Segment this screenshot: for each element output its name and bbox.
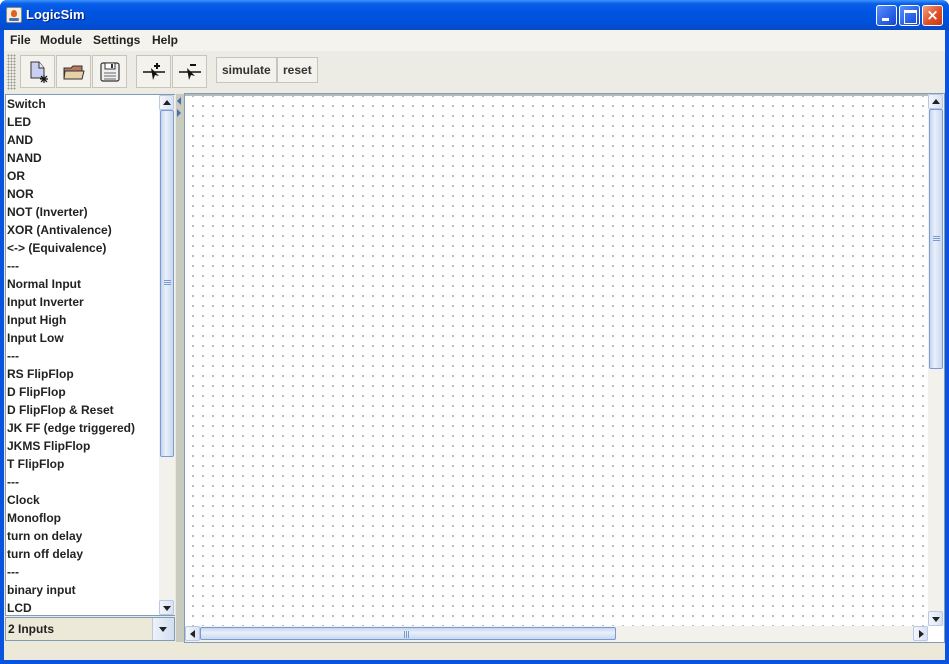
split-pane-divider[interactable] xyxy=(176,94,184,642)
scroll-up-button[interactable] xyxy=(159,95,174,110)
arrow-up-icon xyxy=(932,99,940,104)
gate-list-item[interactable]: Input Low xyxy=(6,329,159,347)
gate-list-item[interactable]: Input Inverter xyxy=(6,293,159,311)
scroll-up-button[interactable] xyxy=(928,94,943,109)
canvas-vertical-scroll-thumb[interactable] xyxy=(929,109,943,369)
scroll-right-button[interactable] xyxy=(913,626,928,641)
close-icon: × xyxy=(926,6,939,24)
gate-list-item[interactable]: JK FF (edge triggered) xyxy=(6,419,159,437)
client-area: File Module Settings Help simulate reset… xyxy=(4,30,945,660)
inputs-count-value: 2 Inputs xyxy=(8,622,55,636)
gate-list-item[interactable]: LCD xyxy=(6,599,159,615)
gate-list-item[interactable]: Normal Input xyxy=(6,275,159,293)
menu-module[interactable]: Module xyxy=(40,33,82,47)
arrow-down-icon xyxy=(932,617,940,622)
app-window: LogicSim × File Module Settings Help sim… xyxy=(0,0,949,664)
reset-button[interactable]: reset xyxy=(277,57,318,83)
gate-list-item[interactable]: --- xyxy=(6,257,159,275)
scroll-left-button[interactable] xyxy=(185,626,200,641)
gate-list-item[interactable]: Input High xyxy=(6,311,159,329)
gate-list-item[interactable]: Clock xyxy=(6,491,159,509)
menu-file[interactable]: File xyxy=(10,33,31,47)
new-file-button[interactable] xyxy=(20,55,55,88)
gate-list-item[interactable]: OR xyxy=(6,167,159,185)
window-title: LogicSim xyxy=(26,7,85,22)
gate-list-item[interactable]: <-> (Equivalence) xyxy=(6,239,159,257)
remove-input-icon xyxy=(179,64,201,80)
toolbar: simulate reset xyxy=(4,51,945,93)
toolbar-grip[interactable] xyxy=(7,54,16,90)
gate-list-item[interactable]: JKMS FlipFlop xyxy=(6,437,159,455)
dropdown-button[interactable] xyxy=(152,618,174,640)
gate-list-item[interactable]: XOR (Antivalence) xyxy=(6,221,159,239)
save-disk-icon xyxy=(100,62,120,82)
chevron-down-icon xyxy=(159,627,167,632)
add-input-icon xyxy=(143,63,165,80)
arrow-down-icon xyxy=(163,606,171,611)
grip-icon xyxy=(933,236,940,241)
save-file-button[interactable] xyxy=(92,55,127,88)
scroll-down-button[interactable] xyxy=(928,611,943,626)
open-folder-icon xyxy=(63,65,85,80)
gate-list-item[interactable]: D FlipFlop & Reset xyxy=(6,401,159,419)
gate-list-items: Switch LED AND NAND OR NOR NOT (Inverter) XOR (… xyxy=(6,95,159,615)
menu-bar: File Module Settings Help xyxy=(4,30,945,51)
arrow-right-icon xyxy=(919,630,924,638)
gate-list-item[interactable]: NAND xyxy=(6,149,159,167)
circuit-canvas-panel xyxy=(184,93,945,643)
menu-settings[interactable]: Settings xyxy=(93,33,140,47)
new-file-icon xyxy=(30,61,48,83)
gate-list-item[interactable]: NOT (Inverter) xyxy=(6,203,159,221)
open-file-button[interactable] xyxy=(56,55,91,88)
gate-list-item[interactable]: T FlipFlop xyxy=(6,455,159,473)
gate-list-item[interactable]: LED xyxy=(6,113,159,131)
gate-list-item[interactable]: RS FlipFlop xyxy=(6,365,159,383)
maximize-button[interactable] xyxy=(899,5,920,26)
gate-list-item[interactable]: turn off delay xyxy=(6,545,159,563)
simulate-button[interactable]: simulate xyxy=(216,57,277,83)
arrow-left-icon xyxy=(190,630,195,638)
title-bar[interactable]: LogicSim × xyxy=(0,0,949,30)
gate-list-item[interactable]: --- xyxy=(6,563,159,581)
close-button[interactable]: × xyxy=(922,5,943,26)
gate-list-item[interactable]: D FlipFlop xyxy=(6,383,159,401)
gate-list-item[interactable]: binary input xyxy=(6,581,159,599)
inputs-count-select[interactable]: 2 Inputs xyxy=(5,617,175,641)
canvas-horizontal-scroll-thumb[interactable] xyxy=(200,627,616,640)
grip-icon xyxy=(404,631,409,638)
menu-help[interactable]: Help xyxy=(152,33,178,47)
gate-list-item[interactable]: AND xyxy=(6,131,159,149)
gate-list-item[interactable]: --- xyxy=(6,347,159,365)
gate-list-item[interactable]: NOR xyxy=(6,185,159,203)
scroll-down-button[interactable] xyxy=(159,600,174,615)
gate-list-item[interactable]: Switch xyxy=(6,95,159,113)
collapse-left-icon[interactable] xyxy=(177,97,181,105)
status-bar xyxy=(4,643,945,660)
gate-list-item[interactable]: Monoflop xyxy=(6,509,159,527)
java-cup-icon xyxy=(6,7,22,23)
canvas-horizontal-scrollbar[interactable] xyxy=(185,626,928,642)
add-input-button[interactable] xyxy=(136,55,171,88)
canvas-vertical-scrollbar[interactable] xyxy=(928,94,944,626)
arrow-up-icon xyxy=(163,100,171,105)
expand-right-icon[interactable] xyxy=(177,109,181,117)
gate-list-scroll-thumb[interactable] xyxy=(160,110,174,457)
grip-icon xyxy=(164,280,171,285)
minimize-button[interactable] xyxy=(876,5,897,26)
gate-list-item[interactable]: turn on delay xyxy=(6,527,159,545)
gate-list-scrollbar[interactable] xyxy=(159,95,175,615)
remove-input-button[interactable] xyxy=(172,55,207,88)
gate-list-item[interactable]: --- xyxy=(6,473,159,491)
circuit-canvas[interactable] xyxy=(185,94,928,626)
gate-list: Switch LED AND NAND OR NOR NOT (Inverter) XOR (… xyxy=(5,94,175,616)
